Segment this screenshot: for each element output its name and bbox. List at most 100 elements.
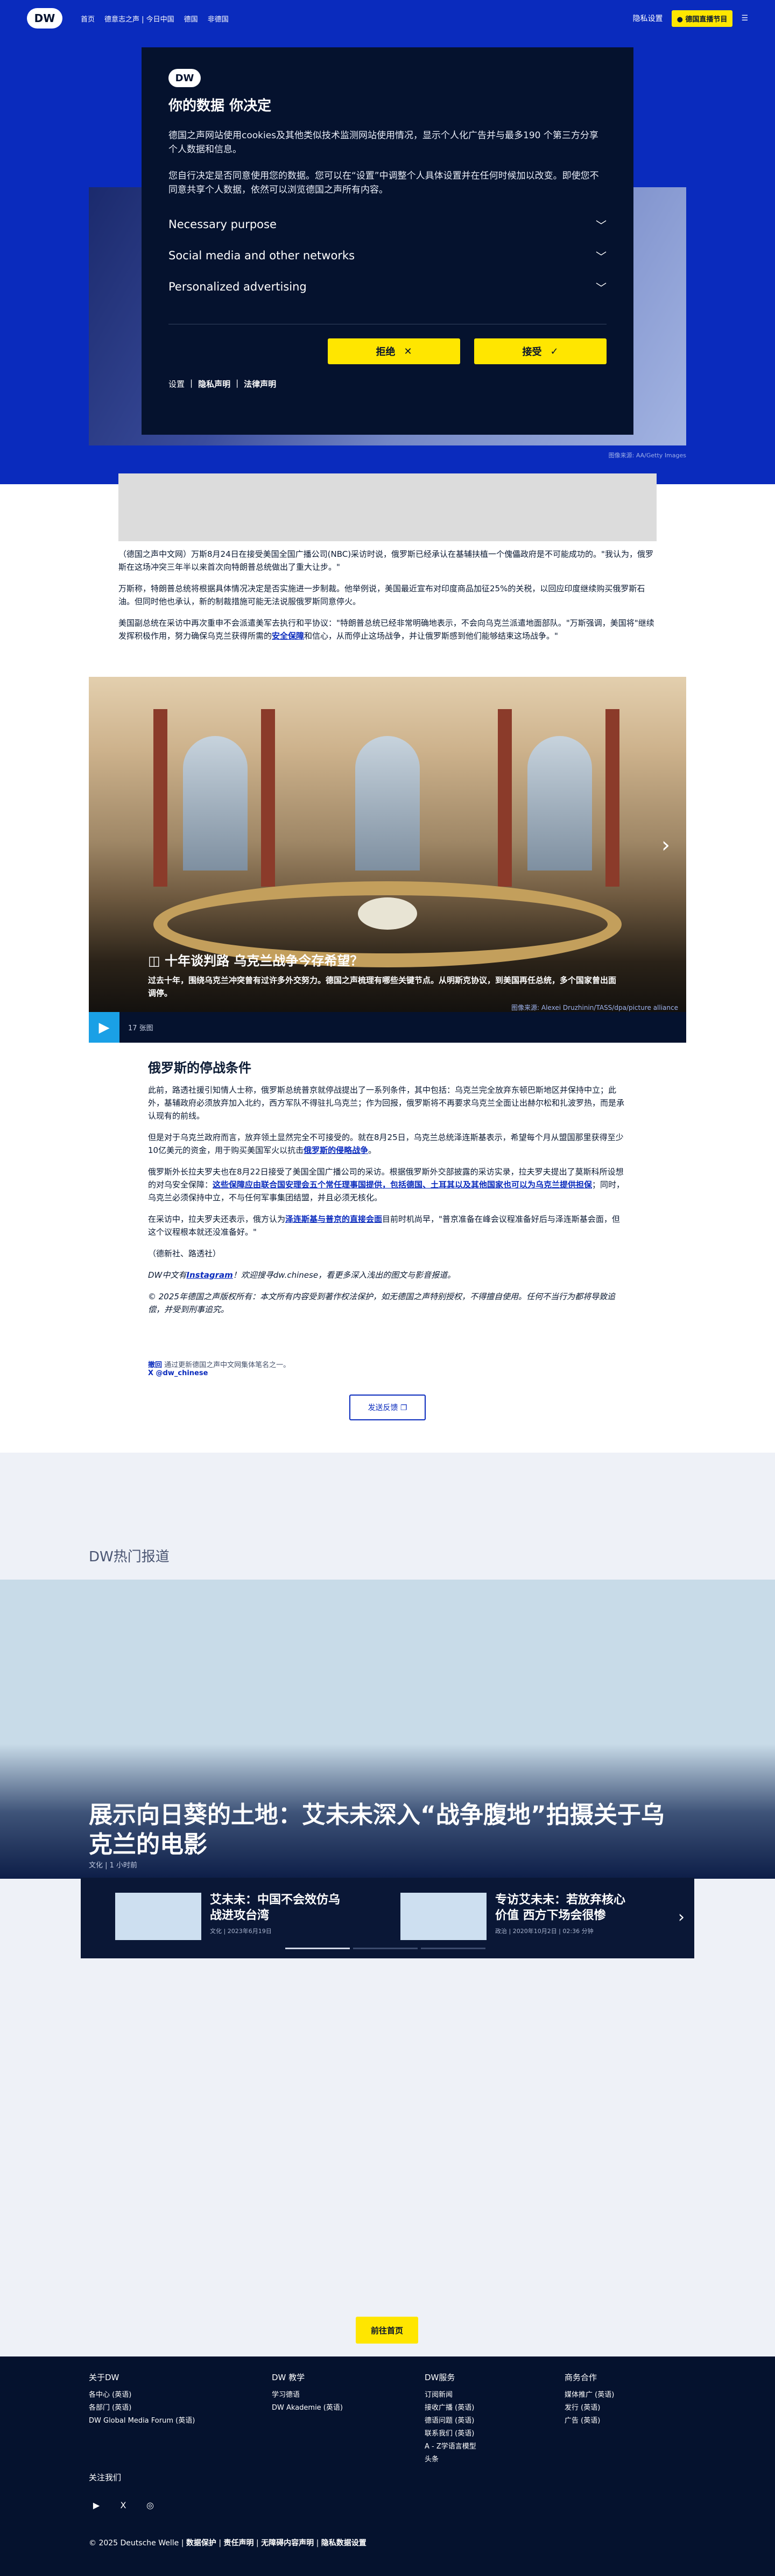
article-body-2: 此前，路透社援引知情人士称，俄罗斯总统普京就停战提出了一系列条件，其中包括：乌克… <box>148 1084 627 1325</box>
teaser-card[interactable]: 艾未未：中国不会效仿乌战进攻台湾 文化 | 2023年6月19日 <box>115 1893 341 1940</box>
security-guarantee-link[interactable]: 安全保障 <box>272 631 304 641</box>
close-icon: ✕ <box>404 345 412 357</box>
hero-caption: 图像来源: AA/Getty Images <box>608 452 686 459</box>
teaser-carousel: 艾未未：中国不会效仿乌战进攻台湾 文化 | 2023年6月19日 专访艾未未：若… <box>81 1878 694 1958</box>
privacy-link[interactable]: 隐私声明 <box>198 378 230 390</box>
x-icon[interactable]: X <box>116 2497 131 2513</box>
consent-text-2: 您自行决定是否同意使用您的数据。您可以在“设置”中调整个人具体设置并在任何时候加… <box>168 170 599 196</box>
play-icon[interactable]: ▶ <box>89 1012 119 1043</box>
gallery-bar: ▶ 17 张图 <box>89 1012 686 1043</box>
summit-link[interactable]: 泽连斯基与普京的直接会面 <box>285 1214 382 1224</box>
nav-item-germany[interactable]: 德国 <box>184 13 198 24</box>
teaser-title: 专访艾未未：若放弃核心价值 西方下场会很惨 <box>495 1893 626 1922</box>
footer-heading: 商务合作 <box>565 2373 597 2382</box>
chevron-right-icon[interactable]: › <box>678 1908 685 1927</box>
instagram-icon[interactable]: ◎ <box>143 2497 158 2513</box>
social-links: ▶ X ◎ <box>89 2497 158 2513</box>
article-body: （德国之声中文网）万斯8月24日在接受美国全国广播公司(NBC)采访时说，俄罗斯… <box>118 548 657 651</box>
footer-link[interactable]: 媒体推广 (英语) <box>565 2389 614 2402</box>
article-paragraph: 但是对于乌克兰政府而言，放弃领土显然完全不可接受的。就在8月25日，乌克兰总统泽… <box>148 1133 624 1155</box>
gallery-count: 17 张图 <box>128 1024 153 1032</box>
privacy-settings-link[interactable]: 隐私设置 <box>633 13 663 24</box>
carousel-pagination <box>285 1948 485 1949</box>
feedback-button[interactable]: 发送反馈 ❐ <box>349 1395 426 1420</box>
gallery-title: ◫ 十年谈判路 乌克兰战争今存希望？ <box>148 953 363 968</box>
article-paragraph: 俄罗斯外长拉夫罗夫也在8月22日接受了美国全国广播公司的采访。根据俄罗斯外交部披… <box>148 1167 625 1202</box>
footer-link[interactable]: 头条 <box>425 2453 476 2466</box>
teaser-meta: 政治 | 2020年10月2日 | 02:36 分钟 <box>495 1928 594 1935</box>
gallery-icon: ◫ <box>148 953 165 968</box>
footer-link[interactable]: 各中心 (英语) <box>89 2389 195 2402</box>
article-paragraph: （德国之声中文网）万斯8月24日在接受美国全国广播公司(NBC)采访时说，俄罗斯… <box>118 549 653 572</box>
footer-heading: DW服务 <box>425 2373 455 2382</box>
scene-window <box>355 736 420 871</box>
copyright-notice: © 2025年德国之声版权所有：本文所有内容受到著作权法保护，如无德国之声特别授… <box>148 1292 615 1314</box>
footer-link[interactable]: 责任声明 <box>224 2539 254 2547</box>
article-paragraph: 此前，路透社援引知情人士称，俄罗斯总统普京就停战提出了一系列条件，其中包括：乌克… <box>148 1085 625 1121</box>
youtube-icon[interactable]: ▶ <box>89 2497 104 2513</box>
scene-window <box>183 736 248 871</box>
accordion-social[interactable]: Social media and other networks ﹀ <box>168 240 607 271</box>
nav-item-home[interactable]: 首页 <box>81 13 95 24</box>
home-button[interactable]: 前往首页 <box>356 2317 418 2344</box>
scene-pillar <box>261 709 275 887</box>
site-header: DW 首页 德意志之声 | 今日中国 德国 非德国 隐私设置 ● 德国直播节目 … <box>0 0 775 37</box>
reject-button[interactable]: 拒绝 ✕ <box>328 338 460 365</box>
invasion-link[interactable]: 俄罗斯的侵略战争 <box>304 1145 368 1155</box>
dw-logo[interactable]: DW <box>27 8 62 29</box>
footer-link[interactable]: 订阅新闻 <box>425 2389 476 2402</box>
ad-placeholder <box>118 473 657 541</box>
footer-link[interactable]: 无障碍内容声明 <box>261 2539 314 2547</box>
nav-item-world[interactable]: 非德国 <box>208 13 229 24</box>
guarantee-link[interactable]: 这些保障应由联合国安理会五个常任理事国提供，包括德国、土耳其以及其他国家也可以为… <box>213 1180 592 1190</box>
chevron-down-icon: ﹀ <box>596 281 607 294</box>
scene-pillar <box>498 709 512 887</box>
settings-link[interactable]: 设置 <box>168 378 185 390</box>
article-paragraph: 万斯称，特朗普总统将根据具体情况决定是否实施进一步制裁。他举例说，美国最近宣布对… <box>118 584 645 606</box>
footer-link[interactable]: 数据保护 <box>186 2539 216 2547</box>
chevron-right-icon[interactable]: › <box>661 833 670 858</box>
consent-text-1: 德国之声网站使用cookies及其他类似技术监测网站使用情况，显示个人化广告并与… <box>168 130 598 155</box>
footer-link[interactable]: 联系我们 (英语) <box>425 2428 476 2440</box>
footer-heading: 关于DW <box>89 2373 119 2382</box>
footer-link[interactable]: 隐私数据设置 <box>321 2539 367 2547</box>
footer-link[interactable]: 接收广播 (英语) <box>425 2402 476 2415</box>
footer-heading: DW 教学 <box>272 2373 305 2382</box>
teaser-card[interactable]: 专访艾未未：若放弃核心价值 西方下场会很惨 政治 | 2020年10月2日 | … <box>400 1893 626 1940</box>
teaser-title: 艾未未：中国不会效仿乌战进攻台湾 <box>210 1893 341 1922</box>
accept-label: 接受 <box>522 346 542 358</box>
feature-meta: 文化 | 1 小时前 <box>89 1862 138 1870</box>
scene-flowers <box>358 897 417 930</box>
menu-icon[interactable]: ☰ <box>741 14 748 23</box>
teaser-meta: 文化 | 2023年6月19日 <box>210 1928 272 1935</box>
article-paragraph: （德新社、路透社） <box>148 1249 221 1258</box>
scene-window <box>527 736 592 871</box>
site-footer: 关于DW 各中心 (英语) 各部门 (英语) DW Global Media F… <box>0 2356 775 2576</box>
instagram-link[interactable]: Instagram <box>186 1270 232 1280</box>
accordion-necessary[interactable]: Necessary purpose ﹀ <box>168 209 607 240</box>
footer-link[interactable]: 各部门 (英语) <box>89 2402 195 2415</box>
nav-item-china[interactable]: 德意志之声 | 今日中国 <box>104 13 174 24</box>
footer-link[interactable]: DW Global Media Forum (英语) <box>89 2415 195 2428</box>
footer-link[interactable]: 广告 (英语) <box>565 2415 614 2428</box>
x-handle[interactable]: X @dw_chinese <box>148 1369 627 1377</box>
follow-us-label: 关注我们 <box>89 2473 122 2482</box>
footer-col-business: 商务合作 媒体推广 (英语) 发行 (英语) 广告 (英语) <box>565 2370 614 2428</box>
footer-link[interactable]: DW Akademie (英语) <box>272 2402 343 2415</box>
accordion-label: Necessary purpose <box>168 218 277 231</box>
footer-link[interactable]: 学习德语 <box>272 2389 343 2402</box>
accordion-advertising[interactable]: Personalized advertising ﹀ <box>168 271 607 302</box>
footer-link[interactable]: A - Z学语言模型 <box>425 2440 476 2453</box>
live-tv-chip[interactable]: ● 德国直播节目 <box>671 10 733 27</box>
author-box: 撤回 通过更新德国之声中文网集体笔名之一。 X @dw_chinese <box>148 1359 627 1377</box>
teaser-thumbnail <box>115 1893 201 1940</box>
footer-link[interactable]: 发行 (英语) <box>565 2402 614 2415</box>
accept-button[interactable]: 接受 ✓ <box>474 338 607 365</box>
correction-label: 撤回 <box>148 1361 163 1369</box>
legal-link[interactable]: 法律声明 <box>244 378 276 390</box>
accordion-label: Social media and other networks <box>168 249 355 263</box>
feature-title[interactable]: 展示向日葵的土地：艾未未深入“战争腹地”拍摄关于乌克兰的电影 <box>89 1800 686 1859</box>
consent-title: 你的数据 你决定 <box>168 98 272 114</box>
footer-col-about: 关于DW 各中心 (英语) 各部门 (英语) DW Global Media F… <box>89 2370 195 2428</box>
footer-link[interactable]: 德语问题 (英语) <box>425 2415 476 2428</box>
